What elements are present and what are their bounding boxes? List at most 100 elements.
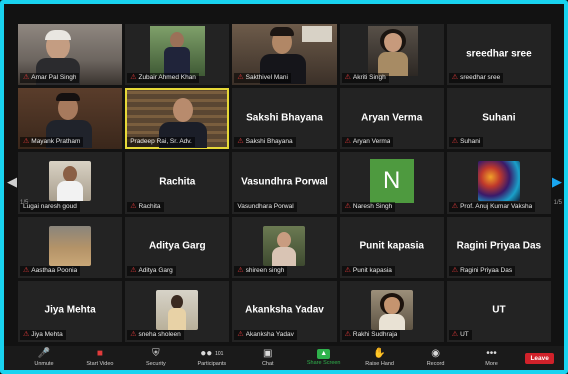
muted-mic-icon: ⚠ <box>130 202 137 210</box>
participant-tile[interactable]: ⚠ shireen singh <box>232 216 337 278</box>
participant-tile[interactable]: Lugai naresh goud <box>18 152 123 214</box>
muted-mic-icon: ⚠ <box>130 74 137 82</box>
share-screen-button[interactable]: ▲ Share Screen <box>302 349 346 367</box>
participant-display-name: Suhani <box>482 112 516 124</box>
participant-photo <box>156 289 199 330</box>
participant-name-label: ⚠ shireen singh <box>234 265 288 276</box>
next-page-arrow-icon[interactable]: ▶ <box>551 172 563 192</box>
muted-mic-icon: ⚠ <box>344 74 351 82</box>
page-indicator-right: 1/5 <box>553 200 562 206</box>
participant-name-label: ⚠ sreedhar sree <box>448 73 504 84</box>
muted-mic-icon: ⚠ <box>237 74 244 82</box>
previous-page-arrow-icon[interactable]: ◀ <box>6 172 18 192</box>
start-video-button[interactable]: ■ Start Video <box>78 348 122 368</box>
participants-count: 101 <box>215 351 224 357</box>
participant-photo <box>477 161 520 202</box>
hand-icon: ✋ <box>373 348 386 359</box>
participant-name-label: ⚠ Aasthaa Poonia <box>20 265 81 276</box>
participant-video <box>150 26 206 77</box>
participant-name-label: ⚠ Aditya Garg <box>127 265 176 276</box>
video-off-icon: ■ <box>96 348 103 359</box>
muted-mic-icon: ⚠ <box>23 138 30 146</box>
participant-name-label: ⚠ Amar Pal Singh <box>20 73 80 84</box>
participant-tile[interactable]: ⚠ Prof. Anuj Kumar Vaksha <box>446 152 551 214</box>
meeting-toolbar: 🎤 Unmute ■ Start Video ⛨ Security ●● 101… <box>4 346 564 370</box>
participant-tile[interactable]: Aryan Verma ⚠ Aryan Verma <box>339 88 444 150</box>
participant-tile[interactable]: ⚠ Mayank Pratham <box>18 88 123 150</box>
muted-mic-icon: ⚠ <box>451 331 459 338</box>
share-screen-icon: ▲ <box>317 349 331 359</box>
record-icon: ◉ <box>431 348 440 359</box>
muted-mic-icon: ⚠ <box>344 266 351 274</box>
participant-name-label: ⚠ Sakthivel Mani <box>234 73 291 84</box>
participant-tile[interactable]: ⚠ Amar Pal Singh <box>18 24 123 86</box>
leave-button[interactable]: Leave <box>525 352 554 364</box>
security-button[interactable]: ⛨ Security <box>134 348 178 368</box>
participant-tile[interactable]: Vasundhra Porwal Vasundhara Porwal <box>232 152 337 214</box>
muted-mic-icon: 🎤 <box>37 348 51 359</box>
participant-tile[interactable]: Aditya Garg ⚠ Aditya Garg <box>125 216 230 278</box>
muted-mic-icon: ⚠ <box>451 138 459 146</box>
participant-name-label: ⚠ Ragini Priyaa Das <box>448 265 516 276</box>
participant-tile[interactable]: Ragini Priyaa Das ⚠ Ragini Priyaa Das <box>446 216 551 278</box>
participant-photo <box>370 289 413 330</box>
more-button[interactable]: ••• More <box>470 348 514 368</box>
participant-name-label: ⚠ Mayank Pratham <box>20 137 84 148</box>
participant-display-name: Jiya Mehta <box>44 305 96 317</box>
participant-name-label: ⚠ Punit kapasia <box>341 265 395 276</box>
record-button[interactable]: ◉ Record <box>414 348 458 368</box>
participant-name-label: ⚠ Jiya Mehta <box>20 330 66 340</box>
muted-mic-icon: ⚠ <box>451 74 459 82</box>
participant-name-label: ⚠ Prof. Anuj Kumar Vaksha <box>448 201 536 212</box>
chat-button[interactable]: ▣ Chat <box>246 348 290 368</box>
participant-name-label: ⚠ Akriti Singh <box>341 73 389 84</box>
participant-tile[interactable]: ⚠ Sakthivel Mani <box>232 24 337 86</box>
participant-name-label: Vasundhara Porwal <box>234 201 297 212</box>
participant-name-label: ⚠ sneha sholeen <box>127 330 184 340</box>
participant-tile[interactable]: Suhani ⚠ Suhani <box>446 88 551 150</box>
participant-display-name: Akanksha Yadav <box>245 305 324 317</box>
muted-mic-icon: ⚠ <box>23 331 30 338</box>
participant-photo <box>263 225 306 266</box>
participants-icon: ●● 101 <box>200 348 224 359</box>
muted-mic-icon: ⚠ <box>237 331 244 338</box>
participant-tile[interactable]: UT ⚠ UT <box>446 280 551 342</box>
participant-tile[interactable]: Jiya Mehta ⚠ Jiya Mehta <box>18 280 123 342</box>
muted-mic-icon: ⚠ <box>237 138 244 146</box>
participant-tile[interactable]: ⚠ Akriti Singh <box>339 24 444 86</box>
muted-mic-icon: ⚠ <box>451 202 459 210</box>
raise-hand-button[interactable]: ✋ Raise Hand <box>358 348 402 368</box>
participant-name-label: ⚠ Sakshi Bhayana <box>234 137 296 148</box>
participants-button[interactable]: ●● 101 Participants <box>190 348 234 368</box>
shield-icon: ⛨ <box>152 348 160 359</box>
participant-initial-avatar: N <box>369 159 414 204</box>
participant-display-name: Rachita <box>159 176 196 188</box>
muted-mic-icon: ⚠ <box>237 266 244 274</box>
more-dots-icon: ••• <box>486 348 497 359</box>
participant-name-label: ⚠ Rachita <box>127 201 164 212</box>
participant-display-name: Vasundhra Porwal <box>241 176 328 188</box>
participant-tile[interactable]: ⚠ Rakhi Sudhraja <box>339 280 444 342</box>
participant-tile-active-speaker[interactable]: Pradeep Rai, Sr. Adv. <box>125 88 230 150</box>
participant-tile[interactable]: Sakshi Bhayana ⚠ Sakshi Bhayana <box>232 88 337 150</box>
participant-tile[interactable]: ⚠ Aasthaa Poonia <box>18 216 123 278</box>
participant-display-name: sreedhar sree <box>466 48 532 60</box>
muted-mic-icon: ⚠ <box>130 266 137 274</box>
participant-tile[interactable]: Rachita ⚠ Rachita <box>125 152 230 214</box>
muted-mic-icon: ⚠ <box>451 266 459 274</box>
chat-bubble-icon: ▣ <box>263 348 273 359</box>
participant-tile[interactable]: ⚠ Zubair Ahmed Khan <box>125 24 230 86</box>
participant-tile[interactable]: ⚠ sneha sholeen <box>125 280 230 342</box>
participant-tile[interactable]: Punit kapasia ⚠ Punit kapasia <box>339 216 444 278</box>
muted-mic-icon: ⚠ <box>344 202 351 210</box>
participant-tile[interactable]: N ⚠ Naresh Singh <box>339 152 444 214</box>
muted-mic-icon: ⚠ <box>23 74 30 82</box>
participant-name-label: ⚠ Naresh Singh <box>341 201 396 212</box>
unmute-button[interactable]: 🎤 Unmute <box>22 348 66 368</box>
participant-tile[interactable]: Akanksha Yadav ⚠ Akanksha Yadav <box>232 280 337 342</box>
participant-display-name: UT <box>492 305 506 317</box>
participant-tile[interactable]: sreedhar sree ⚠ sreedhar sree <box>446 24 551 86</box>
participant-display-name: Sakshi Bhayana <box>246 112 323 124</box>
muted-mic-icon: ⚠ <box>344 138 351 146</box>
participant-video <box>367 26 418 76</box>
